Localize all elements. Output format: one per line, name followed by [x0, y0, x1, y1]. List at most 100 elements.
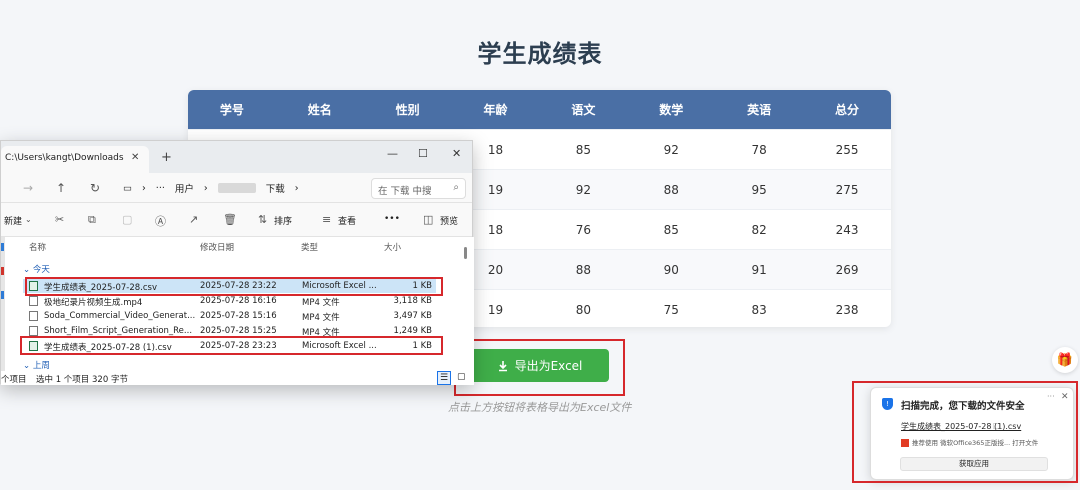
file-type: MP4 文件 [302, 298, 340, 308]
tiles-view-icon[interactable]: ▢ [457, 372, 466, 382]
table-cell: 92 [575, 182, 592, 197]
selection-info: 选中 1 个项目 320 字节 [36, 375, 128, 385]
header-student-id[interactable]: 学号 [188, 90, 276, 129]
status-bar: 个项目 选中 1 个项目 320 字节 ☰ ▢ [1, 371, 474, 385]
address-user[interactable]: 用户 [175, 181, 194, 195]
sort-button[interactable]: 排序 [274, 214, 292, 227]
table-cell: 85 [575, 142, 592, 157]
table-cell: 75 [663, 302, 679, 317]
header-age[interactable]: 年龄 [452, 90, 540, 129]
column-size[interactable]: 大小 [384, 241, 401, 253]
window-close-icon[interactable]: ✕ [452, 147, 461, 160]
chevron-right-icon: › [203, 182, 208, 194]
file-name: Short_Film_Script_Generation_Re... [44, 326, 193, 336]
maximize-icon[interactable]: ☐ [418, 147, 428, 160]
table-cell: 90 [663, 262, 679, 277]
delete-icon[interactable]: 🗑 [223, 213, 237, 226]
table-cell: 82 [751, 222, 767, 237]
share-icon[interactable]: ↗ [189, 213, 198, 226]
address-bar[interactable]: ▭ › ··· 用户 › 下载 › [115, 178, 365, 198]
explorer-tab-bar: C:\Users\kangt\Downloads ✕ + — ☐ ✕ [1, 141, 472, 173]
blurred-username [217, 183, 256, 193]
file-explorer-window: C:\Users\kangt\Downloads ✕ + — ☐ ✕ → ↑ ↻… [0, 140, 474, 385]
table-cell: 85 [663, 222, 679, 237]
header-gender[interactable]: 性别 [364, 90, 452, 129]
view-icon: ≡ [322, 213, 332, 226]
details-view-icon[interactable]: ☰ [437, 371, 451, 385]
up-icon[interactable]: ↑ [56, 181, 66, 195]
file-icon [29, 296, 38, 306]
column-name[interactable]: 名称 [29, 241, 46, 253]
file-date: 2025-07-28 15:25 [200, 326, 277, 336]
cut-icon[interactable]: ✂ [55, 213, 64, 226]
refresh-icon[interactable]: ↻ [90, 181, 100, 195]
monitor-icon: ▭ [123, 182, 132, 194]
table-cell: 238 [835, 302, 859, 317]
table-header: 学号 姓名 性别 年龄 语文 数学 英语 总分 [188, 90, 891, 129]
chevron-down-icon: ⌄ [25, 215, 32, 224]
tab-close-icon[interactable]: ✕ [131, 152, 139, 163]
file-row[interactable]: Soda_Commercial_Video_Generat... 2025-07-… [23, 309, 436, 323]
search-input[interactable]: 在 下载 中搜 ⌕ [371, 178, 466, 199]
file-name: Soda_Commercial_Video_Generat... [44, 311, 196, 321]
copy-icon[interactable]: ⧉ [88, 213, 96, 227]
file-icon [29, 311, 38, 321]
ellipsis-icon[interactable]: ··· [156, 183, 165, 194]
address-folder[interactable]: 下载 [266, 181, 285, 195]
new-button[interactable]: 新建 [4, 214, 22, 227]
table-cell: 88 [575, 262, 592, 277]
table-cell: 78 [751, 142, 767, 157]
column-date[interactable]: 修改日期 [200, 241, 234, 253]
forward-icon[interactable]: → [23, 181, 33, 195]
header-math[interactable]: 数学 [627, 90, 715, 129]
column-type[interactable]: 类型 [301, 241, 318, 253]
table-cell: 88 [663, 182, 679, 197]
tab-title: C:\Users\kangt\Downloads [5, 153, 124, 163]
group-today[interactable]: ⌄ 今天 [23, 263, 50, 275]
item-count: 个项目 [1, 375, 27, 385]
gift-icon[interactable]: 🎁 [1052, 347, 1078, 373]
export-hint: 点击上方按钮将表格导出为Excel文件 [448, 401, 632, 414]
sort-icon: ⇅ [258, 213, 268, 226]
header-english[interactable]: 英语 [715, 90, 803, 129]
explorer-tab[interactable]: C:\Users\kangt\Downloads [1, 146, 149, 173]
file-size: 3,118 KB [393, 296, 432, 306]
table-cell: 80 [575, 302, 592, 317]
new-tab-icon[interactable]: + [161, 150, 172, 165]
highlight-box-file-2 [20, 336, 443, 355]
table-cell: 255 [835, 142, 859, 157]
table-cell: 92 [663, 142, 679, 157]
table-cell: 91 [751, 262, 767, 277]
minimize-icon[interactable]: — [387, 147, 398, 160]
table-cell: 95 [751, 182, 767, 197]
explorer-toolbar: 新建 ⌄ ✂ ⧉ ▢ Ⓐ ↗ 🗑 ⇅ 排序 ≡ 查看 ••• ◫ 预览 [1, 203, 472, 237]
header-chinese[interactable]: 语文 [540, 90, 628, 129]
navigation-pane-edge [1, 237, 5, 371]
file-size: 1,249 KB [393, 326, 432, 336]
view-button[interactable]: 查看 [338, 214, 356, 227]
highlight-box-notification [852, 381, 1078, 483]
more-button[interactable]: ••• [384, 214, 400, 224]
group-last-week[interactable]: ⌄ 上周 [23, 359, 50, 371]
chevron-right-icon: › [294, 182, 299, 194]
header-total[interactable]: 总分 [803, 90, 891, 129]
header-name[interactable]: 姓名 [276, 90, 364, 129]
rename-icon[interactable]: Ⓐ [155, 213, 166, 229]
search-placeholder: 在 下载 中搜 [378, 186, 432, 197]
file-icon [29, 326, 38, 336]
file-row[interactable]: 极地纪录片视频生成.mp4 2025-07-28 16:16 MP4 文件 3,118… [23, 294, 436, 308]
scrollbar[interactable] [463, 237, 469, 371]
explorer-nav-bar: → ↑ ↻ ▭ › ··· 用户 › 下载 › 在 下载 中搜 ⌕ [1, 173, 472, 203]
paste-icon[interactable]: ▢ [122, 213, 132, 226]
table-cell: 76 [575, 222, 592, 237]
table-cell: 243 [835, 222, 859, 237]
page-title: 学生成绩表 [477, 40, 603, 68]
group-last-week-label: 上周 [32, 361, 50, 371]
file-type: MP4 文件 [302, 313, 340, 323]
table-cell: 269 [835, 262, 859, 277]
preview-button[interactable]: 预览 [440, 214, 458, 227]
table-cell: 275 [835, 182, 859, 197]
highlight-box-file-1 [25, 277, 443, 296]
preview-icon: ◫ [423, 213, 434, 226]
file-date: 2025-07-28 16:16 [200, 296, 277, 306]
